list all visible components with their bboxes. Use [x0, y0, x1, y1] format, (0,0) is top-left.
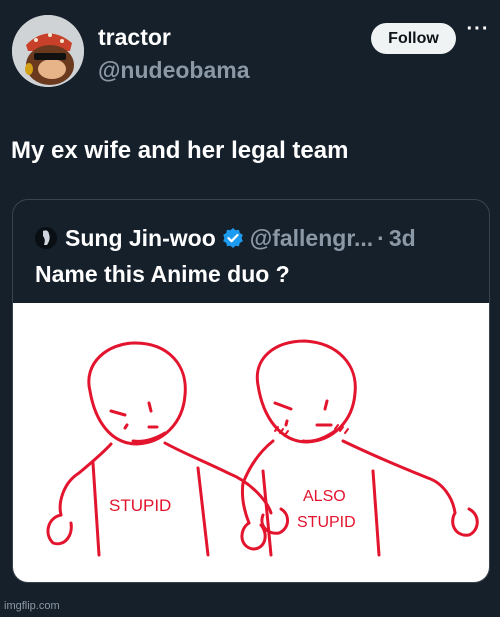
svg-text:STUPID: STUPID: [297, 514, 356, 531]
svg-text:STUPID: STUPID: [109, 496, 171, 515]
user-handle[interactable]: @nudeobama: [98, 57, 250, 84]
display-name[interactable]: tractor: [98, 24, 171, 51]
stupid-duo-drawing: STUPID ALSO STUPID: [46, 339, 479, 557]
quoted-tweet-header: Sung Jin-woo @fallengr... · 3d: [35, 224, 416, 252]
quoted-timestamp[interactable]: 3d: [389, 225, 416, 252]
quoted-tweet[interactable]: Sung Jin-woo @fallengr... · 3d Name this…: [12, 199, 490, 583]
follow-button[interactable]: Follow: [371, 23, 456, 54]
quoted-tweet-text: Name this Anime duo ?: [35, 261, 290, 287]
verified-badge-icon: [222, 227, 244, 249]
quoted-tweet-image[interactable]: STUPID ALSO STUPID: [13, 303, 489, 582]
tweet-header: tractor @nudeobama Follow ···: [0, 0, 500, 100]
watermark: imgflip.com: [4, 600, 60, 612]
more-options-icon[interactable]: ···: [463, 19, 493, 46]
quoted-user-avatar[interactable]: [35, 227, 57, 249]
svg-text:ALSO: ALSO: [303, 488, 346, 505]
quoted-display-name[interactable]: Sung Jin-woo: [65, 225, 216, 252]
quoted-user-handle[interactable]: @fallengr...: [250, 225, 373, 252]
separator-dot: ·: [377, 224, 385, 251]
user-avatar[interactable]: [12, 15, 84, 87]
tweet-text: My ex wife and her legal team: [11, 137, 349, 164]
